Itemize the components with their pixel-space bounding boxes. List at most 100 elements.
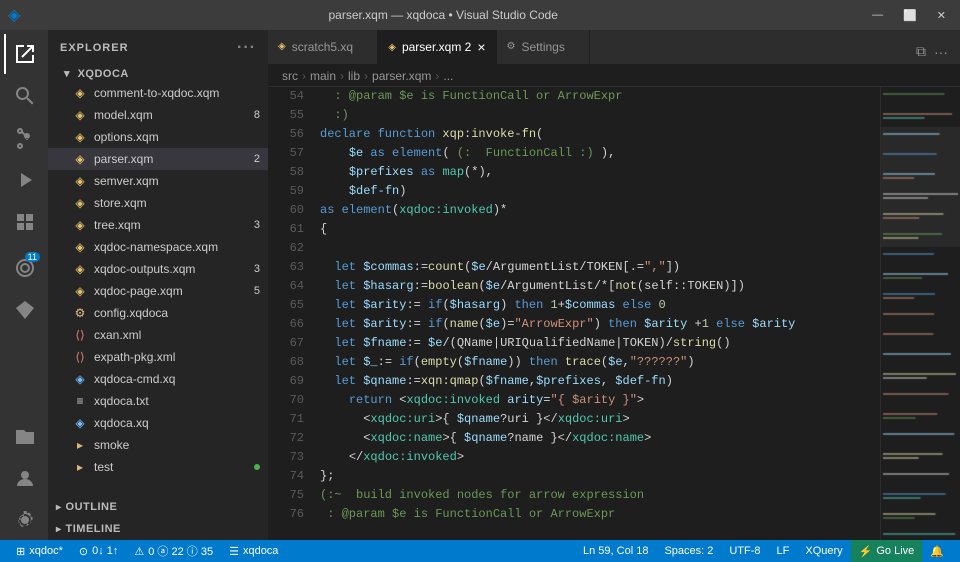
breadcrumb-symbol[interactable]: ... [443, 69, 453, 83]
cursor-position-item[interactable]: Ln 59, Col 18 [575, 540, 656, 562]
activity-settings[interactable] [4, 500, 44, 540]
outline-section[interactable]: ▸ OUTLINE [48, 496, 268, 518]
file-xqdoca-txt[interactable]: ≡ xqdoca.txt [48, 390, 268, 412]
bell-button[interactable]: 🔔 [922, 540, 952, 562]
xqm-icon: ◈ [72, 85, 88, 101]
breadcrumb-main[interactable]: main [310, 69, 336, 83]
file-semver[interactable]: ◈ semver.xqm [48, 170, 268, 192]
line-ending-item[interactable]: LF [769, 540, 798, 562]
file-options[interactable]: ◈ options.xqm [48, 126, 268, 148]
editor-area: ◈ scratch5.xq × ◈ parser.xqm 2 × ⚙ Setti… [268, 30, 960, 540]
statusbar: ⊞ xqdoc* ⊙ 0↓ 1↑ ⚠ 0 ⓐ 22 ⓘ 35 ☰ xqdoca … [0, 540, 960, 562]
sync-status-item[interactable]: ⊙ 0↓ 1↑ [71, 540, 127, 562]
problems-text: 0 ⓐ 22 ⓘ 35 [148, 543, 213, 559]
activity-source-control[interactable] [4, 118, 44, 158]
line-numbers: 5455565758 5960616263 6465666768 6970717… [268, 87, 312, 540]
remote-text: xqdoc* [29, 545, 63, 557]
folder-icon: ▸ [72, 437, 88, 453]
titlebar: ◈ parser.xqm — xqdoca • Visual Studio Co… [0, 0, 960, 30]
timeline-label: TIMELINE [66, 523, 121, 535]
breadcrumb-file[interactable]: parser.xqm [372, 69, 431, 83]
file-xqdoc-outputs[interactable]: ◈ xqdoc-outputs.xqm 3 [48, 258, 268, 280]
branch-status-item[interactable]: ☰ xqdoca [221, 540, 286, 562]
tab-actions: ⧉ ··· [912, 39, 960, 64]
file-comment-to-xqdoc[interactable]: ◈ comment-to-xqdoc.xqm [48, 82, 268, 104]
file-config[interactable]: ⚙ config.xqdoca [48, 302, 268, 324]
file-xqdoca-cmd[interactable]: ◈ xqdoca-cmd.xq [48, 368, 268, 390]
activity-explorer[interactable] [4, 34, 44, 74]
explorer-chevron: ▾ [64, 68, 70, 80]
activity-account[interactable] [4, 458, 44, 498]
app-container: 11 EXPLORER ··· ▾ XQDOCA ◈ comment-to-xq… [0, 30, 960, 540]
file-parser[interactable]: ◈ parser.xqm 2 [48, 148, 268, 170]
cfg-icon: ⚙ [72, 305, 88, 321]
maximize-button[interactable]: ⬜ [897, 7, 923, 24]
code-content[interactable]: : @param $e is FunctionCall or ArrowExpr… [312, 87, 880, 540]
remote-badge: 11 [25, 252, 40, 262]
sidebar-header: EXPLORER ··· [48, 30, 268, 65]
go-live-icon: ⚡ [859, 545, 873, 558]
tab-parser-close[interactable]: × [477, 39, 485, 55]
branch-text: xqdoca [243, 545, 278, 557]
file-store[interactable]: ◈ store.xqm [48, 192, 268, 214]
split-editor-button[interactable]: ⧉ [912, 39, 930, 64]
activity-remote[interactable]: 11 [4, 248, 44, 288]
tab-scratch5[interactable]: ◈ scratch5.xq × [268, 30, 378, 64]
breadcrumb-src[interactable]: src [282, 69, 298, 83]
window-controls: — ⬜ ✕ [866, 7, 952, 24]
xqm-icon: ◈ [72, 195, 88, 211]
indentation-text: Spaces: 2 [664, 545, 713, 557]
xqm-icon: ◈ [72, 239, 88, 255]
file-xqdoc-namespace[interactable]: ◈ xqdoc-namespace.xqm [48, 236, 268, 258]
activity-search[interactable] [4, 76, 44, 116]
language-mode-item[interactable]: XQuery [797, 540, 850, 562]
xqm-icon: ◈ [72, 261, 88, 277]
problems-status-item[interactable]: ⚠ 0 ⓐ 22 ⓘ 35 [126, 540, 221, 562]
xqm-icon: ◈ [72, 151, 88, 167]
folder-smoke[interactable]: ▸ smoke [48, 434, 268, 456]
encoding-item[interactable]: UTF-8 [721, 540, 768, 562]
breadcrumb-lib[interactable]: lib [348, 69, 360, 83]
remote-status-item[interactable]: ⊞ xqdoc* [8, 540, 71, 562]
xml-icon: ⟨⟩ [72, 327, 88, 343]
file-model[interactable]: ◈ model.xqm 8 [48, 104, 268, 126]
bell-icon: 🔔 [930, 545, 944, 558]
indentation-item[interactable]: Spaces: 2 [656, 540, 721, 562]
tab-settings[interactable]: ⚙ Settings × [497, 30, 591, 64]
more-actions-button[interactable]: ··· [930, 40, 952, 64]
xqm-icon: ◈ [72, 129, 88, 145]
tab-scratch5-close[interactable]: × [359, 39, 367, 55]
xqm-icon: ◈ [72, 217, 88, 233]
tab-parser-label: parser.xqm 2 [402, 40, 471, 54]
xqdoca-section[interactable]: ▾ XQDOCA [48, 65, 268, 82]
file-cxan[interactable]: ⟨⟩ cxan.xml [48, 324, 268, 346]
activity-run[interactable] [4, 160, 44, 200]
encoding-text: UTF-8 [729, 545, 760, 557]
activity-bar: 11 [0, 30, 48, 540]
sidebar-more-button[interactable]: ··· [237, 39, 256, 57]
file-xqdoc-page[interactable]: ◈ xqdoc-page.xqm 5 [48, 280, 268, 302]
sync-text: 0↓ 1↑ [92, 545, 118, 557]
tab-settings-close[interactable]: × [571, 39, 579, 55]
sidebar: EXPLORER ··· ▾ XQDOCA ◈ comment-to-xqdoc… [48, 30, 268, 540]
code-editor: 5455565758 5960616263 6465666768 6970717… [268, 87, 960, 540]
folder-test[interactable]: ▸ test [48, 456, 268, 478]
activity-folder[interactable] [4, 416, 44, 456]
go-live-text: Go Live [876, 545, 914, 557]
minimize-button[interactable]: — [866, 7, 889, 24]
scratch-tab-icon: ◈ [278, 41, 286, 52]
timeline-section[interactable]: ▸ TIMELINE [48, 518, 268, 540]
file-tree[interactable]: ◈ tree.xqm 3 [48, 214, 268, 236]
window-title: parser.xqm — xqdoca • Visual Studio Code [20, 8, 866, 22]
activity-test[interactable] [4, 290, 44, 330]
test-modified-indicator [254, 464, 260, 470]
xqm-icon: ◈ [72, 107, 88, 123]
file-expath[interactable]: ⟨⟩ expath-pkg.xml [48, 346, 268, 368]
xqm-icon: ◈ [72, 173, 88, 189]
close-button[interactable]: ✕ [931, 7, 952, 24]
go-live-button[interactable]: ⚡ Go Live [851, 540, 923, 562]
tab-parser[interactable]: ◈ parser.xqm 2 × [378, 30, 496, 64]
file-xqdoca-xq[interactable]: ◈ xqdoca.xq [48, 412, 268, 434]
xqm-icon: ◈ [72, 283, 88, 299]
activity-extensions[interactable] [4, 202, 44, 242]
